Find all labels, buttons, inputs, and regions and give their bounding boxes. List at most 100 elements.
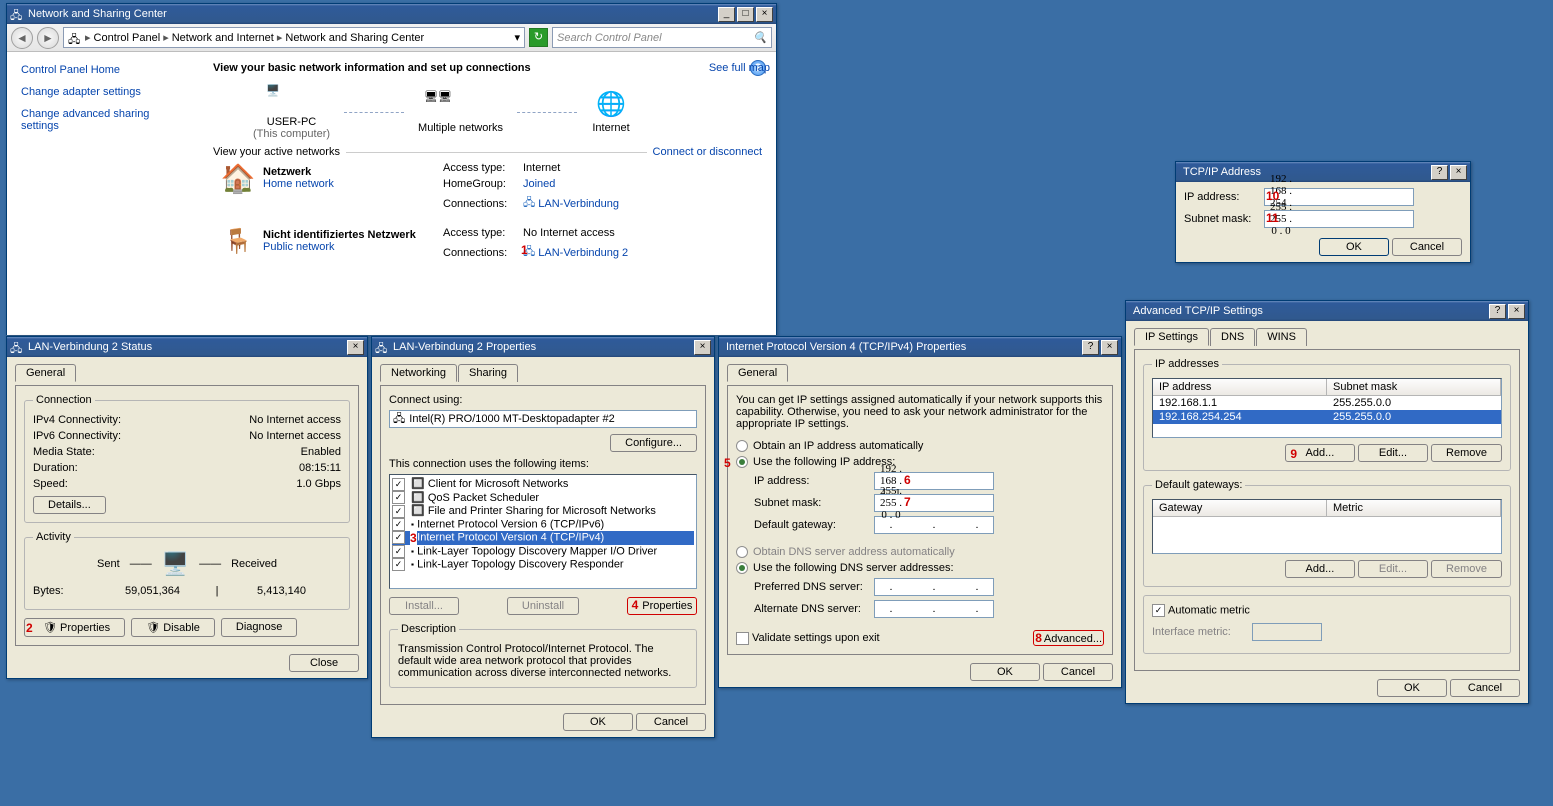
ok-button[interactable]: OK (1377, 679, 1447, 697)
close-button[interactable]: × (347, 340, 364, 355)
tab-networking[interactable]: Networking (380, 364, 457, 382)
minimize-button[interactable]: _ (718, 7, 735, 22)
breadcrumb[interactable]: 🖧 ▸ Control Panel ▸ Network and Internet… (63, 27, 525, 48)
bytes-sent: 59,051,364 (93, 585, 212, 597)
net1-homegroup[interactable]: Joined (523, 178, 555, 190)
edit-ip-button[interactable]: Edit... (1358, 444, 1428, 462)
list-item[interactable]: ✓ 🔲 File and Printer Sharing for Microso… (392, 504, 694, 518)
close-button[interactable]: Close (289, 654, 359, 672)
cancel-button[interactable]: Cancel (1043, 663, 1113, 681)
explorer-toolbar: ◄ ► 🖧 ▸ Control Panel ▸ Network and Inte… (7, 24, 776, 52)
list-item[interactable]: ✓ ⬝ Internet Protocol Version 6 (TCP/IPv… (392, 518, 694, 531)
step-11: 11 (1266, 211, 1279, 225)
ok-button[interactable]: OK (1319, 238, 1389, 256)
cancel-button[interactable]: Cancel (636, 713, 706, 731)
ip-addresses-list[interactable]: IP addressSubnet mask 192.168.1.1255.255… (1152, 378, 1502, 438)
radio-use-following[interactable] (736, 456, 748, 468)
forward-button[interactable]: ► (37, 27, 59, 49)
close-button[interactable]: × (1101, 340, 1118, 355)
advanced-button[interactable]: 8Advanced... (1033, 630, 1104, 646)
sidebar-item-home[interactable]: Control Panel Home (21, 64, 120, 76)
list-item[interactable]: ✓ 🔲 Client for Microsoft Networks (392, 477, 694, 491)
alternate-dns-input[interactable]: ... (874, 600, 994, 618)
remove-ip-button[interactable]: Remove (1431, 444, 1502, 462)
tab-general[interactable]: General (15, 364, 76, 382)
step-6: 6 (904, 473, 911, 487)
step-8: 8 (1035, 631, 1042, 645)
add-gw-button[interactable]: Add... (1285, 560, 1355, 578)
install-button[interactable]: Install... (389, 597, 459, 615)
network1-type[interactable]: Home network (263, 178, 334, 190)
nic-icon: 🖧 (10, 340, 24, 354)
multiple-networks-label: Multiple networks (418, 122, 503, 134)
properties-button[interactable]: 4Properties (627, 597, 697, 615)
network-icon: 🖧 (68, 31, 82, 45)
tab-general[interactable]: General (727, 364, 788, 382)
see-full-map-link[interactable]: See full map (709, 62, 770, 74)
title-bar[interactable]: 🖧 Network and Sharing Center _ □ × (7, 4, 776, 24)
tab-sharing[interactable]: Sharing (458, 364, 518, 382)
breadcrumb-root[interactable]: Control Panel (94, 32, 161, 44)
list-item[interactable]: ✓ ⬝ Link-Layer Topology Discovery Mapper… (392, 545, 694, 558)
window-title: TCP/IP Address (1183, 166, 1429, 178)
preferred-dns-input[interactable]: ... (874, 578, 994, 596)
sidebar-item-adapter[interactable]: Change adapter settings (21, 86, 141, 98)
details-button[interactable]: Details... (33, 496, 106, 514)
close-button[interactable]: × (1508, 304, 1525, 319)
side-panel: Control Panel Home Change adapter settin… (7, 52, 197, 150)
properties-button[interactable]: 🛡 Properties (24, 618, 125, 637)
this-computer-label: (This computer) (253, 128, 330, 140)
subnet-mask-input[interactable]: 255 . 255 . 0 . 0 (1264, 210, 1414, 228)
subnet-mask-input[interactable]: 255 . 255 . 0 . 0 (874, 494, 994, 512)
tab-dns[interactable]: DNS (1210, 328, 1255, 346)
disable-button[interactable]: 🛡 Disable (131, 618, 215, 637)
items-listbox[interactable]: ✓ 🔲 Client for Microsoft Networks ✓ 🔲 Qo… (389, 474, 697, 589)
step-3: 3 (410, 531, 417, 545)
net1-connection-link[interactable]: LAN-Verbindung (538, 198, 619, 210)
radio-obtain-auto[interactable] (736, 440, 748, 452)
radio-dns-following[interactable] (736, 562, 748, 574)
refresh-button[interactable]: ↻ (529, 28, 548, 47)
view-active-label: View your active networks (213, 146, 340, 158)
close-button[interactable]: × (756, 7, 773, 22)
automatic-metric-checkbox[interactable]: ✓ (1152, 604, 1165, 617)
sidebar-item-sharing[interactable]: Change advanced sharing settings (21, 108, 149, 132)
cancel-button[interactable]: Cancel (1392, 238, 1462, 256)
search-icon: 🔍 (753, 31, 767, 44)
cancel-button[interactable]: Cancel (1450, 679, 1520, 697)
list-item-selected[interactable]: ✓ 3 ⬝ Internet Protocol Version 4 (TCP/I… (392, 531, 694, 544)
close-button[interactable]: × (694, 340, 711, 355)
tab-wins[interactable]: WINS (1256, 328, 1307, 346)
breadcrumb-leaf[interactable]: Network and Sharing Center (285, 32, 424, 44)
uninstall-button[interactable]: Uninstall (507, 597, 579, 615)
interface-metric-input (1252, 623, 1322, 641)
help-button[interactable]: ? (1489, 304, 1506, 319)
configure-button[interactable]: Configure... (610, 434, 697, 452)
help-button[interactable]: ? (1082, 340, 1099, 355)
computer-name: USER-PC (253, 116, 330, 128)
connect-disconnect-link[interactable]: Connect or disconnect (653, 146, 762, 158)
maximize-button[interactable]: □ (737, 7, 754, 22)
close-button[interactable]: × (1450, 165, 1467, 180)
gateways-list[interactable]: GatewayMetric (1152, 499, 1502, 554)
table-row[interactable]: 192.168.1.1255.255.0.0 (1153, 396, 1501, 410)
help-button[interactable]: ? (1431, 165, 1448, 180)
back-button[interactable]: ◄ (11, 27, 33, 49)
diagnose-button[interactable]: Diagnose (221, 618, 297, 637)
search-input[interactable]: Search Control Panel 🔍 (552, 27, 772, 48)
internet-label: Internet (591, 122, 631, 134)
list-item[interactable]: ✓ 🔲 QoS Packet Scheduler (392, 491, 694, 505)
tab-ip-settings[interactable]: IP Settings (1134, 328, 1209, 346)
ok-button[interactable]: OK (563, 713, 633, 731)
page-heading: View your basic network information and … (213, 62, 762, 74)
chevron-down-icon[interactable]: ▾ (514, 31, 520, 44)
table-row[interactable]: 192.168.254.254255.255.0.0 (1153, 410, 1501, 424)
network2-type[interactable]: Public network (263, 241, 335, 253)
net2-access: No Internet access (523, 227, 615, 239)
breadcrumb-mid[interactable]: Network and Internet (172, 32, 274, 44)
net2-connection-link[interactable]: LAN-Verbindung 2 (538, 247, 628, 259)
list-item[interactable]: ✓ ⬝ Link-Layer Topology Discovery Respon… (392, 558, 694, 571)
network-icon: 🖧 (10, 7, 24, 21)
ok-button[interactable]: OK (970, 663, 1040, 681)
validate-checkbox[interactable] (736, 632, 749, 645)
